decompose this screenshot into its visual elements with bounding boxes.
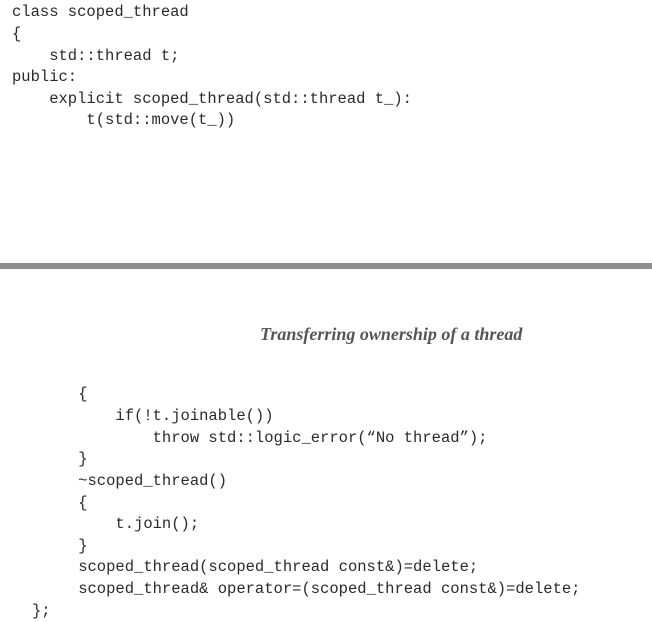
code-line: std::thread t;: [12, 47, 180, 65]
code-line: throw std::logic_error(“No thread”);: [41, 429, 488, 447]
code-line: scoped_thread& operator=(scoped_thread c…: [41, 580, 581, 598]
code-line: t(std::move(t_)): [12, 111, 236, 129]
code-line: ~scoped_thread(): [41, 472, 228, 490]
code-line: if(!t.joinable()): [41, 407, 274, 425]
page-divider: [0, 263, 652, 269]
code-line: {: [41, 494, 88, 512]
code-line: }: [41, 537, 88, 555]
code-line: {: [12, 25, 22, 43]
code-line: }: [41, 450, 88, 468]
code-line: explicit scoped_thread(std::thread t_):: [12, 90, 412, 108]
code-line: public:: [12, 68, 78, 86]
code-line: class scoped_thread: [12, 3, 189, 21]
code-line: {: [41, 385, 88, 403]
code-line: t.join();: [41, 515, 200, 533]
running-head: Transferring ownership of a thread: [260, 324, 523, 344]
code-line: scoped_thread(scoped_thread const&)=dele…: [41, 558, 479, 576]
code-line: };: [32, 602, 51, 620]
